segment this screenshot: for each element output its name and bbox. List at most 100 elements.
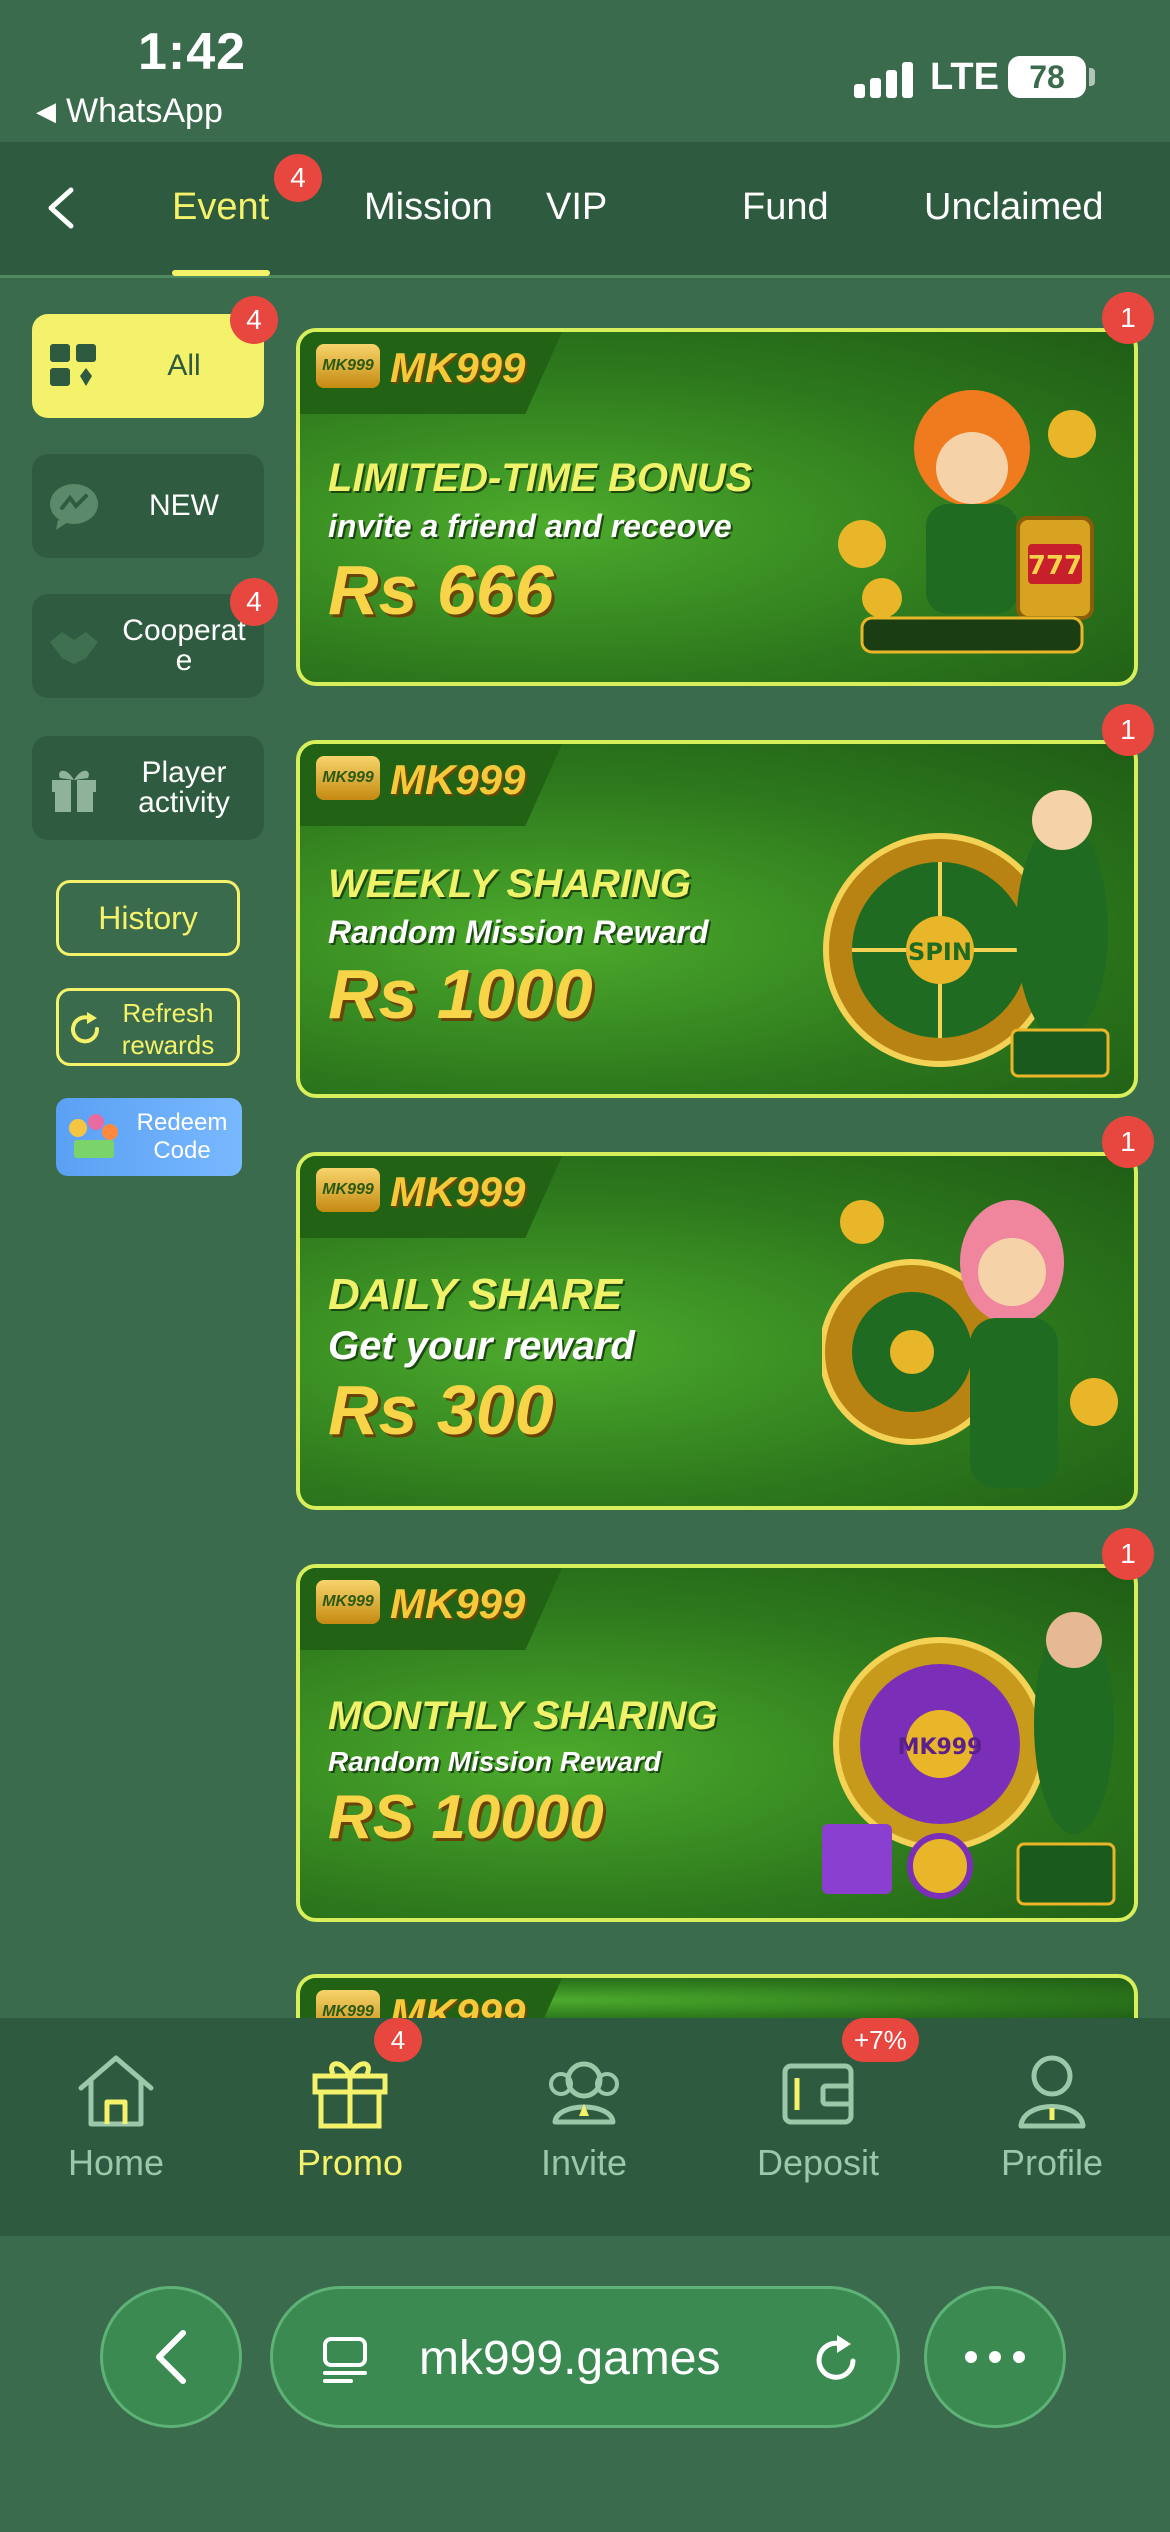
sidebar-item-all[interactable]: All xyxy=(32,314,264,418)
browser-url: mk999.games xyxy=(419,2332,721,2385)
banner-weekly-sharing[interactable]: MK999 MK999 WEEKLY SHARING Random Missio… xyxy=(296,740,1138,1098)
banner-subtitle: Random Mission Reward xyxy=(328,914,709,950)
banner-subtitle: Random Mission Reward xyxy=(328,1746,661,1777)
reload-icon[interactable] xyxy=(809,2333,863,2387)
banner-badge: 1 xyxy=(1102,1528,1154,1580)
banner-title: LIMITED-TIME BONUS xyxy=(328,456,753,500)
bottom-nav: Home Promo Invite Deposit Profile xyxy=(0,2018,1170,2236)
mk999-mini-logo: MK999 xyxy=(316,344,380,388)
nav-label: Profile xyxy=(1000,2142,1104,2183)
banner-title: MONTHLY SHARING xyxy=(328,1694,718,1738)
banner-amount: Rs 1000 xyxy=(328,955,593,1033)
nav-profile[interactable]: Profile xyxy=(942,2048,1162,2184)
gift-icon xyxy=(52,770,96,812)
sidebar-item-cooperate[interactable]: Cooperat e xyxy=(32,594,264,698)
nav-label: Promo xyxy=(296,2142,404,2183)
sidebar-item-label: Cooperat e xyxy=(122,614,246,677)
tab-event[interactable]: Event xyxy=(172,186,269,229)
banner-title: WEEKLY SHARING xyxy=(328,862,691,906)
status-bar: 1:42 ◀ WhatsApp LTE 78 xyxy=(0,0,1170,140)
svg-text:777: 777 xyxy=(1028,551,1082,581)
mk999-mini-logo: MK999 xyxy=(316,1580,380,1624)
banner-monthly-sharing[interactable]: MK999 MK999 MONTHLY SHARING Random Missi… xyxy=(296,1564,1138,1922)
history-button[interactable]: History xyxy=(56,880,240,956)
user-icon xyxy=(1018,2055,1086,2129)
back-app-label: WhatsApp xyxy=(66,92,223,130)
svg-text:MK999: MK999 xyxy=(898,1735,983,1760)
mk999-mini-logo: MK999 xyxy=(316,1990,380,2018)
banner-limited-time-bonus[interactable]: MK999 MK999 LIMITED-TIME BONUS invite a … xyxy=(296,328,1138,686)
svg-text:SPIN: SPIN xyxy=(908,938,972,966)
banner-badge: 1 xyxy=(1102,1116,1154,1168)
nav-invite[interactable]: Invite xyxy=(474,2048,694,2184)
nav-label: Deposit xyxy=(756,2142,880,2183)
tab-vip[interactable]: VIP xyxy=(546,186,607,229)
refresh-rewards-button[interactable]: Refresh rewards xyxy=(56,988,240,1066)
banner-brand: MK999 xyxy=(390,756,526,803)
banner-badge: 1 xyxy=(1102,704,1154,756)
mk999-mini-logo: MK999 xyxy=(316,1168,380,1212)
home-icon xyxy=(78,2055,154,2127)
character-slot-machine-illustration: 777 xyxy=(838,390,1096,654)
refresh-icon xyxy=(71,1012,100,1044)
redeem-code-label: Redeem Code xyxy=(136,1109,228,1164)
clock: 1:42 xyxy=(138,23,247,81)
purple-prize-wheel-illustration: MK999 xyxy=(822,1612,1116,1906)
browser-back-button[interactable] xyxy=(100,2286,242,2428)
nav-label: Invite xyxy=(540,2142,628,2183)
banner-brand: MK999 xyxy=(390,1168,526,1215)
back-to-app-link[interactable]: ◀ WhatsApp xyxy=(36,92,223,131)
sidebar-item-label: Player activity xyxy=(138,756,230,819)
nav-promo-badge: 4 xyxy=(374,2018,422,2062)
banner-subtitle: Get your reward xyxy=(328,1324,635,1368)
banner-brand: MK999 xyxy=(390,344,526,391)
nav-deposit[interactable]: Deposit xyxy=(708,2048,928,2184)
gift-icon xyxy=(312,2061,388,2129)
tab-mission[interactable]: Mission xyxy=(364,186,493,229)
chevron-left-icon xyxy=(156,2330,186,2384)
woman-share-wheel-illustration xyxy=(822,1200,1118,1488)
banner-amount: Rs 666 xyxy=(328,551,554,629)
mk999-mini-logo: MK999 xyxy=(316,756,380,800)
sidebar-item-label: All xyxy=(167,349,201,382)
battery-icon: 78 xyxy=(1008,56,1086,98)
nav-promo[interactable]: Promo xyxy=(240,2048,460,2184)
sidebar-item-player-activity[interactable]: Player activity xyxy=(32,736,264,840)
battery-cap xyxy=(1089,68,1095,86)
spin-wheel-illustration: SPIN xyxy=(823,790,1110,1078)
handshake-icon xyxy=(50,632,98,664)
more-dots-icon xyxy=(965,2351,1025,2363)
nav-deposit-badge: +7% xyxy=(842,2018,919,2062)
sidebar-item-label: NEW xyxy=(149,489,219,522)
wallet-icon xyxy=(782,2063,854,2125)
banner-brand: MK999 xyxy=(390,1990,526,2018)
refresh-rewards-label: Refresh rewards xyxy=(121,998,215,1060)
browser-toolbar: mk999.games xyxy=(0,2236,1170,2532)
gift-flowers-icon xyxy=(69,1114,118,1158)
browser-more-button[interactable] xyxy=(924,2286,1066,2428)
nav-home[interactable]: Home xyxy=(6,2048,226,2184)
chat-bubble-icon xyxy=(50,484,98,530)
users-icon xyxy=(549,2061,619,2125)
banner-title: DAILY SHARE xyxy=(328,1270,623,1319)
tab-event-badge: 4 xyxy=(274,154,322,202)
sidebar-all-badge: 4 xyxy=(230,296,278,344)
active-tab-indicator xyxy=(172,270,270,276)
banner-partial[interactable]: MK999 MK999 xyxy=(296,1974,1138,2018)
tab-fund[interactable]: Fund xyxy=(742,186,829,229)
back-triangle-icon: ◀ xyxy=(36,96,56,126)
banner-subtitle: invite a friend and receove xyxy=(328,508,732,544)
chevron-left-icon xyxy=(48,187,74,229)
top-tab-bar: Event Mission VIP Fund Unclaimed xyxy=(0,142,1170,278)
browser-url-bar[interactable]: mk999.games xyxy=(270,2286,900,2428)
redeem-code-button[interactable]: Redeem Code xyxy=(56,1098,242,1176)
banner-daily-share[interactable]: MK999 MK999 DAILY SHARE Get your reward … xyxy=(296,1152,1138,1510)
page-menu-icon xyxy=(323,2337,367,2383)
sidebar-item-new[interactable]: NEW xyxy=(32,454,264,558)
back-button[interactable] xyxy=(30,178,90,238)
tab-unclaimed[interactable]: Unclaimed xyxy=(924,186,1104,229)
battery-level: 78 xyxy=(1029,58,1065,95)
signal-icon xyxy=(854,60,914,98)
sidebar-cooperate-badge: 4 xyxy=(230,578,278,626)
grid-cards-icon xyxy=(50,344,96,386)
